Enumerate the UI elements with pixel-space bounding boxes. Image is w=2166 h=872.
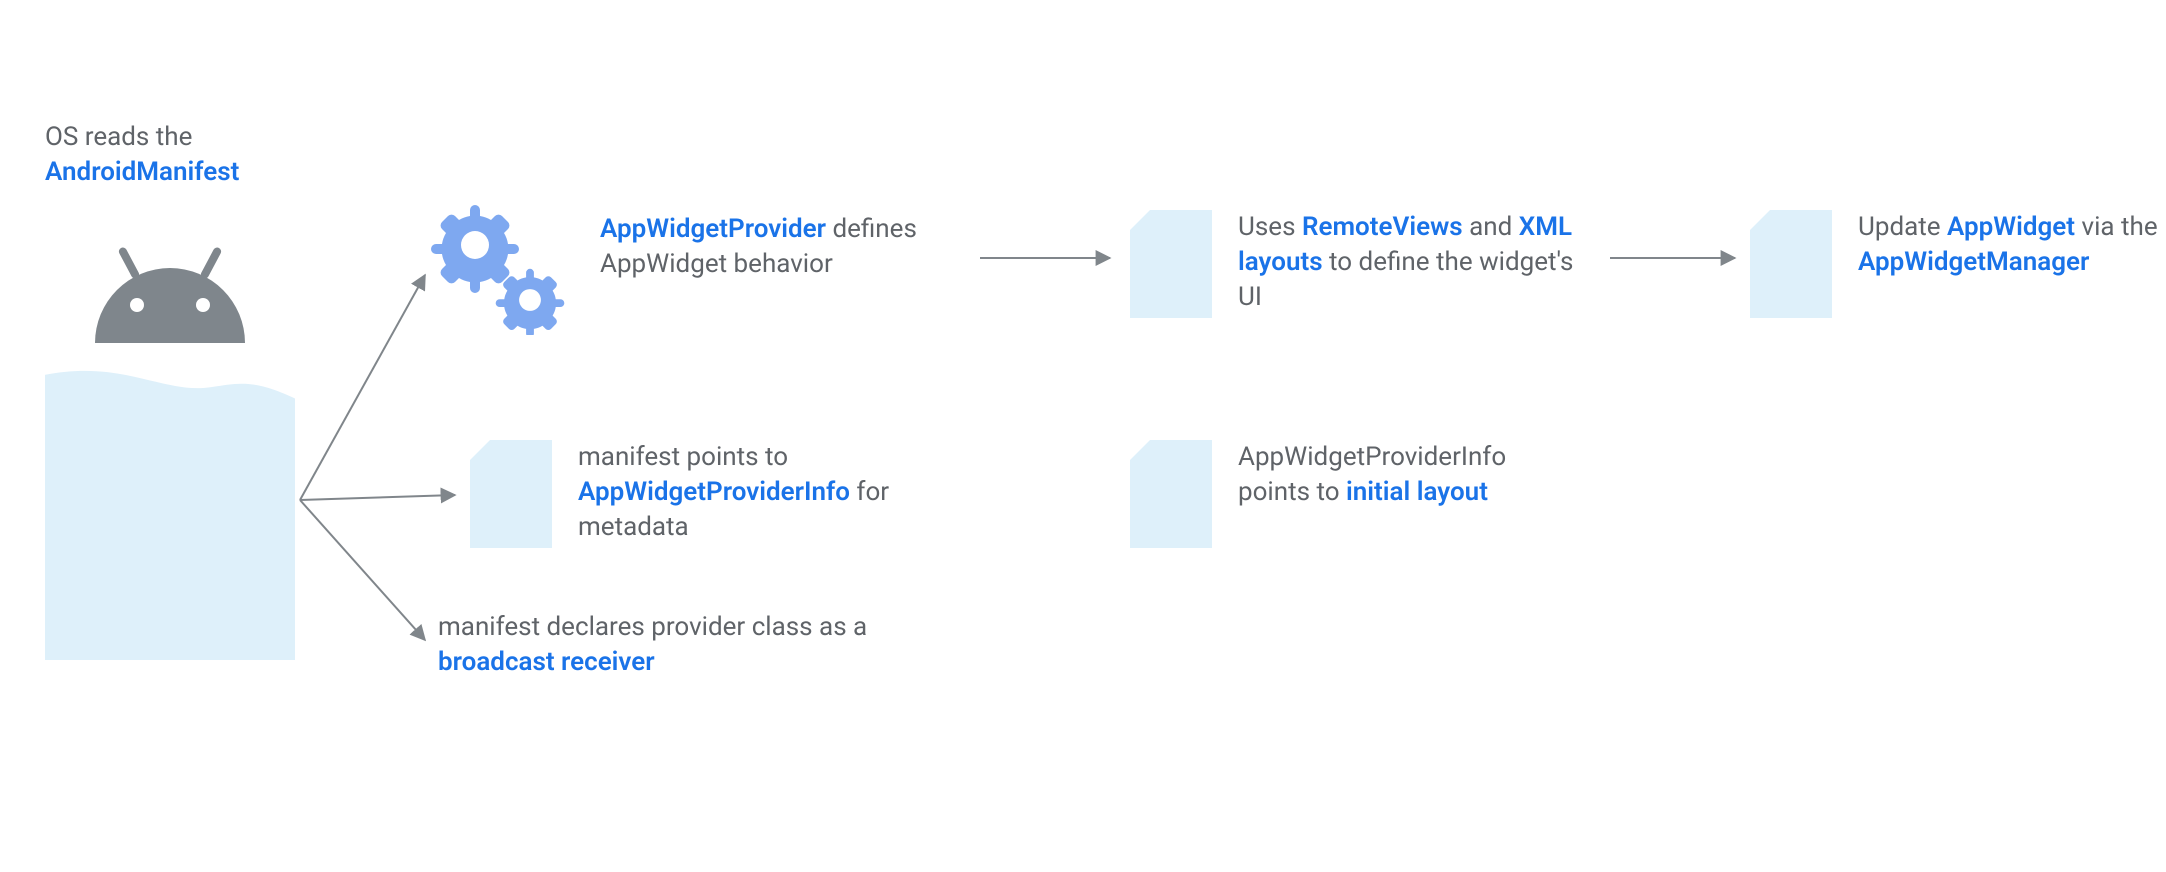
- initial-bold: initial layout: [1346, 477, 1488, 507]
- remote-text: Uses RemoteViews and XML layouts to defi…: [1238, 210, 1598, 315]
- android-icon: [95, 268, 245, 343]
- update-mid: via the: [2082, 212, 2158, 242]
- connectors: [0, 0, 2166, 872]
- node-initial: AppWidgetProviderInfo points to initial …: [1130, 440, 1558, 548]
- node-broadcast: manifest declares provider class as a br…: [438, 610, 958, 680]
- manifest-file-icon: [45, 340, 295, 660]
- remote-mid: and: [1469, 212, 1519, 242]
- broadcast-bold: broadcast receiver: [438, 647, 655, 677]
- node-info: manifest points to AppWidgetProviderInfo…: [470, 440, 938, 548]
- update-b1: AppWidget: [1947, 212, 2075, 242]
- remote-pre: Uses: [1238, 212, 1302, 242]
- info-text: manifest points to AppWidgetProviderInfo…: [578, 440, 938, 545]
- initial-text: AppWidgetProviderInfo points to initial …: [1238, 440, 1558, 510]
- update-text: Update AppWidget via the AppWidgetManage…: [1858, 210, 2158, 280]
- node-update: Update AppWidget via the AppWidgetManage…: [1750, 210, 2158, 318]
- update-b2: AppWidgetManager: [1858, 247, 2089, 277]
- gears-icon: [430, 205, 570, 335]
- header-bold: AndroidManifest: [45, 157, 239, 187]
- file-icon: [470, 440, 552, 548]
- node-remote: Uses RemoteViews and XML layouts to defi…: [1130, 210, 1598, 318]
- header-pre: OS reads the: [45, 122, 192, 152]
- file-icon: [1130, 210, 1212, 318]
- node-provider: AppWidgetProvider defines AppWidget beha…: [600, 212, 960, 282]
- broadcast-pre: manifest declares provider class as a: [438, 612, 867, 642]
- update-pre: Update: [1858, 212, 1947, 242]
- file-icon: [1130, 440, 1212, 548]
- info-pre: manifest points to: [578, 442, 788, 472]
- provider-bold: AppWidgetProvider: [600, 214, 826, 244]
- file-icon: [1750, 210, 1832, 318]
- header-text: OS reads the AndroidManifest: [45, 120, 239, 190]
- info-bold: AppWidgetProviderInfo: [578, 477, 850, 507]
- remote-b1: RemoteViews: [1302, 212, 1463, 242]
